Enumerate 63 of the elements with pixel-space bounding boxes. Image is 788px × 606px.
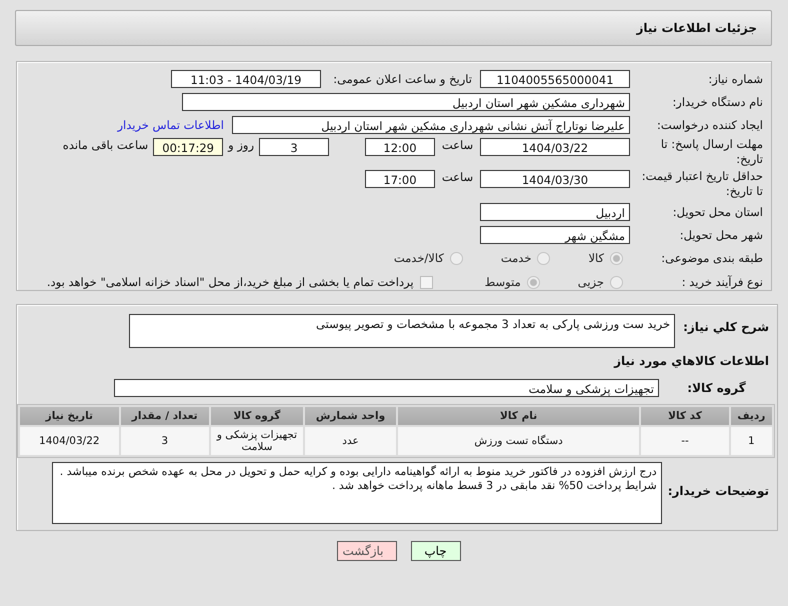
field-label: توضیحات خریدار: [668, 483, 769, 498]
radio-button[interactable] [537, 252, 550, 264]
table-cell: عدد [305, 427, 396, 455]
validity-date-field: 1404/03/30 [480, 170, 630, 188]
table-cell: تجهیزات پزشکی و سلامت [210, 427, 304, 455]
table-cell: 1404/03/22 [20, 427, 119, 455]
column-header: کد کالا [641, 407, 729, 425]
field-label: شهر محل تحویل: [678, 228, 763, 242]
remaining-time-field: 00:17:29 [153, 138, 224, 156]
need-number-field: 1104005565000041 [480, 70, 630, 88]
column-header: نام کالا [398, 407, 640, 425]
goods-group-field: تجهیزات پزشکی و سلامت [114, 379, 659, 397]
buyer-org-field: شهرداری مشکین شهر استان اردبیل [182, 92, 630, 110]
radio-label: متوسط [484, 275, 521, 289]
column-header: تاریخ نیاز [20, 407, 119, 425]
field-label: طبقه بندی موضوعی: [660, 251, 763, 265]
radio-button[interactable] [610, 252, 623, 264]
column-header: ردیف [730, 407, 772, 425]
radio-button[interactable] [450, 252, 463, 264]
deadline-date-field: 1404/03/22 [480, 138, 630, 156]
days-field: 3 [259, 138, 329, 156]
radio-label: جزیی [578, 275, 604, 289]
time-label: ساعت [440, 138, 474, 152]
remaining-label: ساعت باقی مانده [62, 138, 148, 152]
radio-label: کالا/خدمت [394, 251, 444, 265]
radio-button[interactable] [610, 276, 623, 288]
notes-textarea[interactable]: درج ارزش افزوده در فاکتور خرید منوط به ارائه گواهینامه دارایی بوده و کرایه حمل و تحویل در محل به عهده شخص برنده میباشد . شرایط پرداخت 50% نقد مابقی در 3 قسط ماهانه پرداخت خواهد شد . [52, 462, 662, 524]
treasury-label: پرداخت تمام یا بخشی از مبلغ خرید،از محل "اسناد خزانه اسلامی" خواهد بود. [46, 275, 414, 289]
field-label: حداقل تاریخ اعتبار قیمت: تا تاریخ: [640, 169, 763, 199]
radio-button[interactable] [526, 276, 540, 288]
time-label: ساعت [440, 170, 474, 184]
checkbox[interactable] [420, 276, 433, 288]
province-field: اردبیل [480, 202, 630, 220]
field-label: شماره نیاز: [707, 72, 763, 86]
print-button[interactable]: چاپ [410, 541, 460, 561]
column-header: تعداد / مقدار [120, 407, 209, 425]
days-label: روز و [228, 138, 254, 152]
description-textarea[interactable]: خرید ست ورزشی پارکی به تعداد 3 مجموعه با مشخصات و تصویر پیوستی [129, 314, 676, 348]
city-field: مشگین شهر [480, 226, 630, 244]
validity-time-field: 17:00 [365, 170, 435, 188]
radio-label: کالا [588, 251, 604, 265]
field-label: استان محل تحویل: [672, 204, 763, 218]
table-cell: -- [641, 427, 729, 455]
field-label: نام دستگاه خریدار: [671, 94, 763, 108]
column-header: گروه کالا [210, 407, 304, 425]
section-title: اطلاعات کالاهاي مورد نياز [612, 354, 770, 370]
back-button[interactable]: بازگشت [336, 541, 396, 561]
field-label: ایجاد کننده درخواست: [656, 118, 763, 132]
table-cell: 1 [730, 427, 772, 455]
table-cell: دستگاه تست ورزش [398, 427, 640, 455]
table-cell: 3 [120, 427, 209, 455]
deadline-time-field: 12:00 [365, 138, 435, 156]
buyer-contact-link[interactable]: اطلاعات تماس خریدار [117, 118, 224, 132]
field-label: مهلت ارسال پاسخ: تا تاریخ: [660, 137, 763, 167]
requester-field: علیرضا نوتاراج آتش نشانی شهرداری مشکین شهر استان اردبیل [232, 116, 630, 134]
field-label: نوع فرآیند خرید : [680, 275, 763, 289]
field-label: شرح کلي نياز: [683, 319, 769, 334]
field-label: گروه کالا: [686, 381, 747, 395]
page-title: جزئیات اطلاعات نیاز [636, 21, 757, 35]
column-header: واحد شمارش [305, 407, 396, 425]
field-label: تاریخ و ساعت اعلان عمومی: [332, 72, 472, 86]
radio-label: خدمت [500, 251, 532, 265]
announce-date-field: 1404/03/19 - 11:03 [171, 70, 321, 88]
